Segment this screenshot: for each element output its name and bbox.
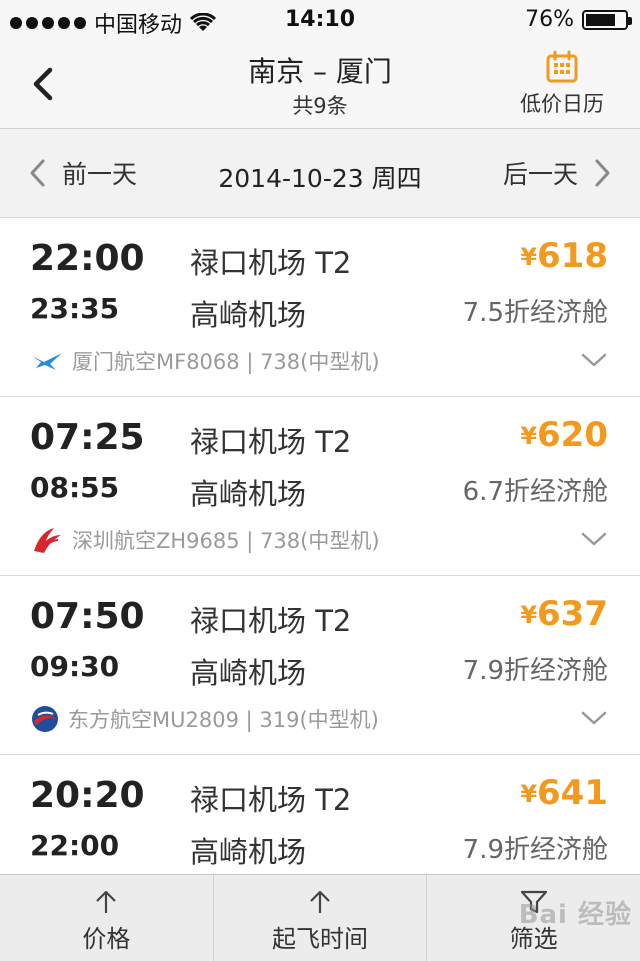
airline-info: 深圳航空ZH9685 | 738(中型机) [30, 525, 380, 555]
price: ¥641 [520, 773, 608, 813]
xiamen-airlines-logo-icon [32, 353, 62, 370]
arrow-up-icon [96, 890, 117, 913]
airline-flight-aircraft: 东方航空MU2809 | 319(中型机) [68, 708, 379, 732]
flight-item[interactable]: 07:50 09:30 禄口机场 T2 高崎机场 ¥637 7.9折经济舱 东方… [0, 576, 640, 755]
airline-flight-aircraft: 深圳航空ZH9685 | 738(中型机) [72, 529, 380, 553]
price-amount: 641 [537, 773, 608, 813]
tab-label: 价格 [82, 925, 131, 953]
arrival-time: 08:55 [30, 471, 120, 504]
filter-tab[interactable]: 筛选 Bai 经验 [427, 875, 640, 961]
chevron-down-icon[interactable] [580, 350, 608, 370]
currency-symbol: ¥ [520, 422, 538, 450]
arrival-time: 22:00 [30, 829, 120, 862]
chevron-right-icon [595, 159, 610, 187]
flight-item[interactable]: 22:00 23:35 禄口机场 T2 高崎机场 ¥618 7.5折经济舱 厦门… [0, 218, 640, 397]
arrival-airport: 高崎机场 [190, 298, 307, 332]
arrival-time: 23:35 [30, 292, 120, 325]
airline-info: 厦门航空MF8068 | 738(中型机) [30, 346, 380, 376]
price: ¥637 [520, 594, 608, 634]
departure-airport: 禄口机场 T2 [190, 783, 352, 817]
cabin-class: 7.5折经济舱 [462, 298, 608, 328]
next-day-label: 后一天 [502, 160, 578, 189]
battery-level [586, 13, 615, 26]
departure-airport: 禄口机场 T2 [190, 246, 352, 280]
price-amount: 618 [537, 236, 608, 276]
chevron-down-icon[interactable] [580, 529, 608, 549]
airline-flight-aircraft: 厦门航空MF8068 | 738(中型机) [72, 350, 380, 374]
low-price-calendar-button[interactable]: 低价日历 [510, 48, 614, 120]
flight-list: 22:00 23:35 禄口机场 T2 高崎机场 ¥618 7.5折经济舱 厦门… [0, 218, 640, 934]
arrow-up-icon [310, 890, 330, 913]
departure-time: 22:00 [30, 238, 145, 279]
departure-time: 20:20 [30, 775, 145, 816]
calendar-icon [546, 50, 578, 83]
calendar-label: 低价日历 [520, 92, 604, 116]
battery-percent: 76% [525, 7, 574, 32]
arrival-time: 09:30 [30, 650, 120, 683]
flight-item[interactable]: 07:25 08:55 禄口机场 T2 高崎机场 ¥620 6.7折经济舱 深圳… [0, 397, 640, 576]
arrival-airport: 高崎机场 [190, 656, 307, 690]
cabin-class: 6.7折经济舱 [462, 477, 608, 507]
status-bar: 中国移动 14:10 76% [0, 0, 640, 40]
sort-by-price-tab[interactable]: 价格 [0, 875, 214, 961]
watermark: Bai 经验 [518, 900, 633, 930]
arrival-airport: 高崎机场 [190, 835, 307, 869]
price-amount: 637 [537, 594, 608, 634]
departure-time: 07:25 [30, 417, 145, 458]
airline-info: 东方航空MU2809 | 319(中型机) [30, 704, 379, 734]
departure-airport: 禄口机场 T2 [190, 604, 352, 638]
date-bar: 前一天 2014-10-23 周四 后一天 [0, 129, 640, 218]
currency-symbol: ¥ [520, 780, 538, 808]
sort-by-departure-time-tab[interactable]: 起飞时间 [214, 875, 428, 961]
departure-airport: 禄口机场 T2 [190, 425, 352, 459]
chevron-down-icon[interactable] [580, 708, 608, 728]
arrival-airport: 高崎机场 [190, 477, 307, 511]
cabin-class: 7.9折经济舱 [462, 656, 608, 686]
next-day-button[interactable]: 后一天 [503, 153, 612, 193]
currency-symbol: ¥ [520, 243, 538, 271]
price: ¥620 [520, 415, 608, 455]
nav-bar: 南京 – 厦门 共9条 低价日历 [0, 40, 640, 129]
cabin-class: 7.9折经济舱 [462, 835, 608, 865]
currency-symbol: ¥ [520, 601, 538, 629]
shenzhen-airlines-logo-icon [34, 528, 61, 553]
departure-time: 07:50 [30, 596, 145, 637]
battery-icon [582, 9, 632, 30]
price: ¥618 [520, 236, 608, 276]
tab-label: 起飞时间 [272, 925, 368, 953]
sort-tab-bar: 价格 起飞时间 筛选 Bai 经验 [0, 874, 640, 961]
china-eastern-logo-icon [32, 706, 58, 732]
price-amount: 620 [537, 415, 608, 455]
battery-group: 76% [525, 7, 632, 32]
